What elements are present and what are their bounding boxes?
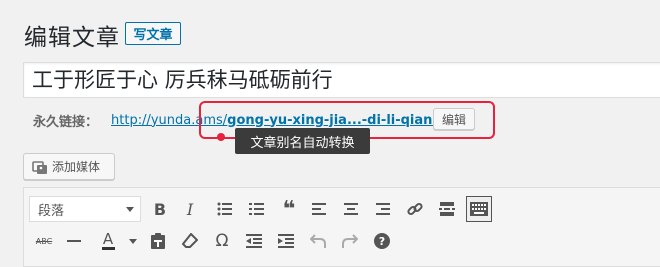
paste-text-icon[interactable] [145, 228, 171, 254]
help-icon[interactable]: ? [369, 228, 395, 254]
add-media-label: 添加媒体 [52, 160, 101, 174]
special-character-icon[interactable]: Ω [209, 228, 235, 254]
chevron-down-icon[interactable] [120, 228, 146, 254]
redo-icon[interactable] [337, 228, 363, 254]
link-icon[interactable] [402, 196, 428, 222]
slug-autoconvert-tooltip: 文章别名自动转换 [235, 128, 370, 154]
toolbar-toggle-icon[interactable] [466, 196, 492, 222]
align-right-icon[interactable] [370, 196, 396, 222]
annotation-dot [217, 133, 225, 141]
horizontal-line-icon[interactable] [61, 228, 87, 254]
chevron-down-icon [126, 207, 134, 212]
italic-icon[interactable]: I [177, 196, 203, 222]
add-media-button[interactable]: 添加媒体 [23, 153, 115, 180]
permalink-label: 永久链接： [33, 114, 99, 130]
more-tag-icon[interactable] [434, 196, 460, 222]
media-icon [32, 159, 48, 175]
blockquote-icon[interactable]: ❝ [276, 196, 302, 222]
clear-formatting-icon[interactable] [177, 228, 203, 254]
align-left-icon[interactable] [306, 196, 332, 222]
bold-icon[interactable]: B [147, 196, 173, 222]
format-select-value: 段落 [38, 203, 65, 219]
numbered-list-icon[interactable] [244, 196, 270, 222]
bullet-list-icon[interactable] [212, 196, 238, 222]
undo-icon[interactable] [305, 228, 331, 254]
outdent-icon[interactable] [241, 228, 267, 254]
strikethrough-icon[interactable]: ABC [31, 228, 57, 254]
format-select[interactable]: 段落 [29, 196, 141, 222]
post-title-input[interactable]: 工于形匠于心 厉兵秣马砥砺前行 [23, 62, 660, 98]
text-color-swatch [101, 247, 115, 250]
text-color-letter: A [102, 230, 114, 248]
add-new-post-button[interactable]: 写文章 [125, 22, 181, 45]
text-color-icon[interactable]: A [95, 228, 121, 254]
indent-icon[interactable] [273, 228, 299, 254]
align-center-icon[interactable] [338, 196, 364, 222]
help-badge: ? [374, 233, 390, 249]
page-title: 编辑文章 [24, 25, 120, 51]
